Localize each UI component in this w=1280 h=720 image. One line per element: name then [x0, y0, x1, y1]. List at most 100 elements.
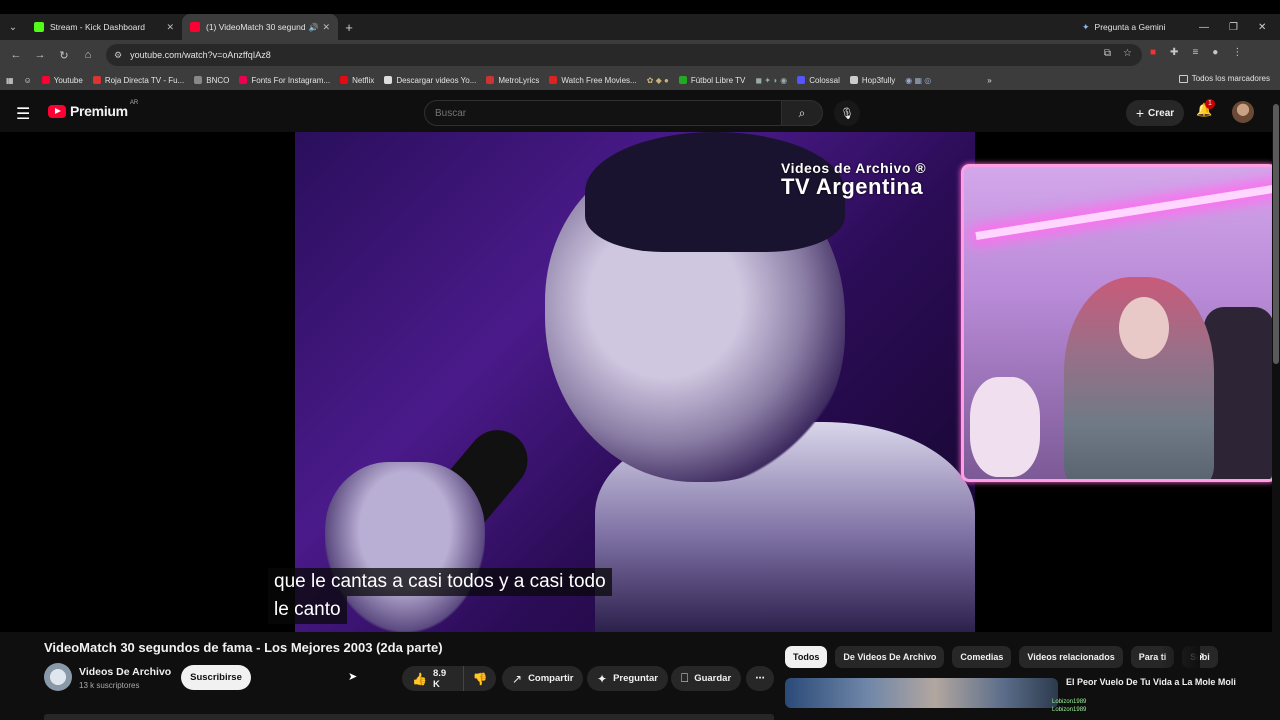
- minimize-icon[interactable]: —: [1199, 14, 1209, 40]
- profile-icon[interactable]: ●: [1212, 47, 1218, 58]
- like-count: 8.9 K: [432, 667, 447, 690]
- chip-comedias[interactable]: Comedias: [952, 646, 1012, 668]
- bookmark-tail-icons[interactable]: ◉ ▦ ◎: [905, 76, 931, 85]
- channel-avatar[interactable]: [44, 663, 72, 691]
- chip-de-videos-de-archivo[interactable]: De Videos De Archivo: [835, 646, 945, 668]
- notification-badge: 1: [1205, 99, 1215, 109]
- apps-grid-icon[interactable]: ▦: [6, 76, 14, 85]
- recommendation-thumbnail[interactable]: [785, 678, 1058, 708]
- like-button[interactable]: 👍 8.9 K: [402, 666, 465, 691]
- bookmark-youtube[interactable]: Youtube: [41, 76, 83, 85]
- bookmark-hop3fully[interactable]: Hop3fully: [849, 76, 895, 85]
- forward-icon[interactable]: →: [28, 49, 52, 61]
- hop3fully-icon: [849, 76, 858, 84]
- bookmark-star-icon[interactable]: ☆: [1123, 48, 1132, 59]
- ask-label: Preguntar: [613, 673, 658, 684]
- menu-kebab-icon[interactable]: ⋮: [1232, 47, 1242, 58]
- bookmark-colossal[interactable]: Colossal: [797, 76, 840, 85]
- back-icon[interactable]: ←: [4, 49, 28, 61]
- share-button[interactable]: ↗ Compartir: [502, 666, 584, 691]
- description-peek: [0, 712, 1280, 720]
- bookmark-watch-free-movies[interactable]: Watch Free Movies...: [549, 76, 637, 85]
- site-info-icon[interactable]: ⚙: [114, 50, 122, 61]
- channel-watermark: Videos de Archivo ® TV Argentina: [781, 160, 926, 200]
- notifications-button[interactable]: 🔔 1: [1196, 99, 1215, 118]
- bookmark-fonts[interactable]: Fonts For Instagram...: [239, 76, 330, 85]
- browser-toolbar: ← → ↻ ⌂ ⚙ youtube.com/watch?v=oAnzffqIAz…: [0, 40, 1280, 70]
- tab-label: Stream - Kick Dashboard: [50, 22, 145, 32]
- all-bookmarks-label: Todos los marcadores: [1191, 74, 1270, 83]
- more-bookmarks-icon[interactable]: »: [987, 76, 991, 85]
- channel-name[interactable]: Videos De Archivo: [79, 666, 171, 678]
- extension-red-icon[interactable]: ■: [1150, 47, 1156, 58]
- bookmark-netflix[interactable]: Netflix: [340, 76, 374, 85]
- create-button[interactable]: + Crear: [1126, 100, 1184, 126]
- bookmark-metrolyrics[interactable]: MetroLyrics: [486, 76, 539, 85]
- bookmark-descargar[interactable]: Descargar videos Yo...: [384, 76, 476, 85]
- tab-youtube-video[interactable]: (1) VideoMatch 30 segundos de fama 🔊 ✕: [182, 14, 338, 40]
- chevron-right-icon[interactable]: ›: [1200, 648, 1204, 662]
- recommendation-chips: Todos De Videos De Archivo Comedias Vide…: [785, 646, 1218, 668]
- install-app-icon[interactable]: ⧉: [1104, 48, 1111, 59]
- restore-icon[interactable]: ❐: [1229, 14, 1238, 40]
- media-control-icon[interactable]: ≡: [1192, 47, 1198, 58]
- home-icon[interactable]: ⌂: [76, 49, 100, 61]
- window-close-icon[interactable]: ✕: [1258, 14, 1266, 40]
- all-bookmarks[interactable]: Todos los marcadores: [1178, 74, 1270, 83]
- save-button[interactable]: ⎕ Guardar: [671, 666, 742, 691]
- account-avatar[interactable]: [1232, 101, 1254, 123]
- emoji-bookmark-icon[interactable]: ☺: [24, 76, 32, 85]
- close-icon[interactable]: ✕: [166, 22, 174, 33]
- save-label: Guardar: [694, 673, 732, 684]
- menu-icon[interactable]: ☰: [16, 104, 30, 124]
- bookmark-bnco[interactable]: BNCO: [194, 76, 229, 85]
- video-player[interactable]: Videos de Archivo ® TV Argentina que le …: [0, 132, 1280, 632]
- reload-icon[interactable]: ↻: [52, 49, 76, 62]
- bookmark-label: Fútbol Libre TV: [690, 75, 746, 85]
- more-actions-button[interactable]: ⋯: [746, 666, 774, 691]
- folder-icon: [1178, 74, 1188, 83]
- bookmark-futbol-libre[interactable]: Fútbol Libre TV: [678, 75, 746, 85]
- kick-favicon-icon: [34, 22, 44, 32]
- tab-kick-dashboard[interactable]: Stream - Kick Dashboard ✕: [26, 14, 182, 40]
- gaming-chair: [1204, 307, 1274, 479]
- share-label: Compartir: [528, 673, 574, 684]
- search-button[interactable]: ⌕: [781, 100, 823, 126]
- speaker-icon[interactable]: 🔊: [308, 23, 318, 32]
- recommendation-title[interactable]: El Peor Vuelo De Tu Vida a La Mole Moli: [1066, 677, 1236, 688]
- chips-fade: [1160, 646, 1200, 668]
- webcam-overlay: [961, 164, 1277, 482]
- more-icon: ⋯: [755, 673, 765, 684]
- plus-icon: +: [1135, 105, 1145, 121]
- search-input[interactable]: [435, 107, 781, 119]
- address-bar[interactable]: ⚙ youtube.com/watch?v=oAnzffqIAz8 ⧉ ☆: [106, 44, 1142, 66]
- chip-videos-relacionados[interactable]: Videos relacionados: [1019, 646, 1123, 668]
- voice-search-button[interactable]: 🎙: [834, 100, 860, 126]
- extensions-puzzle-icon[interactable]: ✚: [1170, 47, 1178, 58]
- os-top-edge: [0, 0, 1280, 14]
- bookmark-misc-icons[interactable]: ✿ ◆ ●: [647, 76, 669, 85]
- subscriber-count: 13 k suscriptores: [79, 681, 140, 690]
- gemini-button[interactable]: ✦ Pregunta a Gemini: [1082, 14, 1165, 40]
- new-tab-button[interactable]: +: [338, 16, 360, 38]
- ask-button[interactable]: ✦ Preguntar: [587, 666, 668, 691]
- netflix-icon: [340, 76, 349, 84]
- share-icon: ↗: [512, 671, 523, 686]
- video-frame: [295, 132, 975, 632]
- youtube-header: ☰ Premium AR ⌕ 🎙 +Crear 🔔1: [0, 92, 1280, 132]
- tab-search-icon[interactable]: ⌄: [0, 14, 26, 40]
- region-code: AR: [129, 100, 139, 106]
- gemini-spark-icon: ✦: [1082, 21, 1090, 32]
- search-icon: ⌕: [798, 105, 806, 120]
- scrollbar-thumb[interactable]: [1273, 104, 1279, 364]
- subscribe-button[interactable]: Suscribirse: [181, 665, 251, 690]
- bookmark-roja-directa[interactable]: Roja Directa TV - Fu...: [92, 76, 184, 85]
- youtube-logo[interactable]: Premium AR: [48, 100, 139, 119]
- youtube-icon: [41, 76, 50, 84]
- dislike-button[interactable]: 👎: [464, 666, 496, 691]
- chip-todos[interactable]: Todos: [785, 646, 828, 668]
- like-dislike-group: 👍 8.9 K 👎: [402, 666, 496, 691]
- bookmark-extra-icons[interactable]: ◼ ✦ ◗ ◉: [755, 76, 787, 85]
- bookmark-icon: ⎕: [681, 671, 689, 685]
- close-icon[interactable]: ✕: [322, 22, 330, 33]
